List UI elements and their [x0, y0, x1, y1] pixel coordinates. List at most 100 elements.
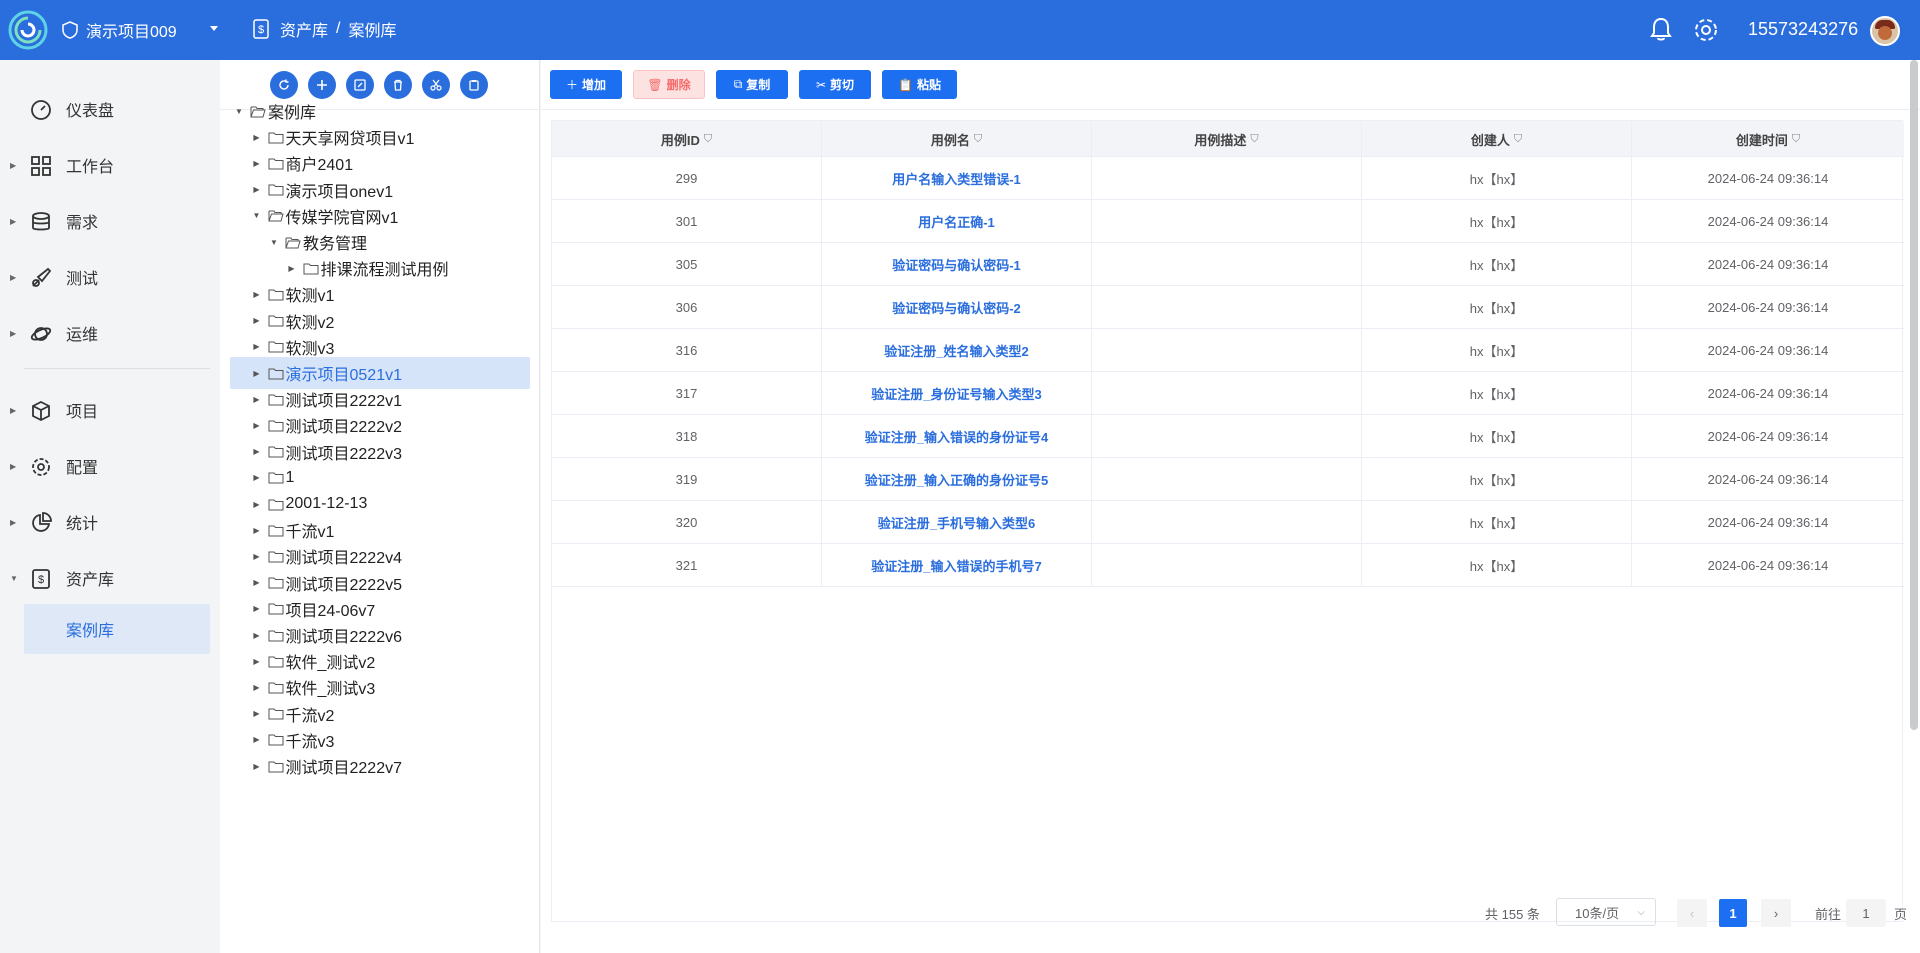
- cell-name-link[interactable]: 用户名正确-1: [822, 200, 1092, 243]
- delete-node-button[interactable]: [384, 71, 412, 99]
- refresh-button[interactable]: [270, 71, 298, 99]
- caret-right-icon[interactable]: ▶: [252, 159, 262, 168]
- sidebar-item-stats[interactable]: ▶ 统计: [0, 500, 220, 544]
- table-row[interactable]: 305 验证密码与确认密码-1 hx【hx】 2024-06-24 09:36:14: [552, 243, 1904, 286]
- caret-right-icon[interactable]: ▶: [252, 421, 262, 430]
- next-page-button[interactable]: ›: [1761, 899, 1791, 927]
- add-node-button[interactable]: [308, 71, 336, 99]
- table-row[interactable]: 316 验证注册_姓名输入类型2 hx【hx】 2024-06-24 09:36:14: [552, 329, 1904, 372]
- cell-name-link[interactable]: 验证注册_输入错误的身份证号4: [822, 415, 1092, 458]
- filter-icon[interactable]: ⛉: [1514, 133, 1522, 146]
- filter-icon[interactable]: ⛉: [974, 133, 982, 146]
- caret-right-icon[interactable]: ▶: [252, 709, 262, 718]
- caret-right-icon[interactable]: ▶: [252, 578, 262, 587]
- bell-icon[interactable]: [1648, 16, 1674, 42]
- filter-icon[interactable]: ⛉: [1250, 133, 1258, 146]
- cell-id: 306: [552, 286, 822, 329]
- table-row[interactable]: 299 用户名输入类型错误-1 hx【hx】 2024-06-24 09:36:14: [552, 157, 1904, 200]
- cell-time: 2024-06-24 09:36:14: [1707, 214, 1829, 229]
- caret-right-icon[interactable]: ▶: [252, 473, 262, 482]
- table-row[interactable]: 318 验证注册_输入错误的身份证号4 hx【hx】 2024-06-24 09:36…: [552, 415, 1904, 458]
- caret-right-icon[interactable]: ▶: [252, 683, 262, 692]
- prev-page-button[interactable]: ‹: [1677, 899, 1707, 927]
- table-row[interactable]: 321 验证注册_输入错误的手机号7 hx【hx】 2024-06-24 09:36:…: [552, 544, 1904, 587]
- paste-button[interactable]: 📋 粘贴: [882, 70, 957, 99]
- caret-right-icon[interactable]: ▶: [252, 316, 262, 325]
- cell-name-link[interactable]: 验证密码与确认密码-1: [822, 243, 1092, 286]
- caret-right-icon[interactable]: ▶: [252, 657, 262, 666]
- cell-name-link[interactable]: 验证注册_身份证号输入类型3: [822, 372, 1092, 415]
- cell-name-link[interactable]: 验证注册_输入正确的身份证号5: [822, 458, 1092, 501]
- cut-button[interactable]: ✂ 剪切: [799, 70, 871, 99]
- table-row[interactable]: 319 验证注册_输入正确的身份证号5 hx【hx】 2024-06-24 09:36…: [552, 458, 1904, 501]
- scrollbar[interactable]: [1910, 60, 1918, 730]
- column-header-creator[interactable]: 创建人 ⛉: [1362, 121, 1632, 157]
- cut-node-button[interactable]: [422, 71, 450, 99]
- folder-icon: [268, 315, 283, 327]
- goto-page-input[interactable]: 1: [1846, 899, 1886, 927]
- caret-down-icon[interactable]: ▼: [269, 238, 279, 247]
- column-header-id[interactable]: 用例ID ⛉: [552, 121, 822, 157]
- caret-right-icon: ▶: [10, 517, 17, 527]
- project-switcher[interactable]: 演示项目009: [62, 18, 218, 42]
- caret-right-icon[interactable]: ▶: [252, 762, 262, 771]
- tree-node[interactable]: ▶ 测试项目2222v7: [252, 751, 402, 781]
- cell-id: 318: [552, 415, 822, 458]
- filter-icon[interactable]: ⛉: [704, 133, 712, 146]
- planet-icon: [30, 327, 52, 341]
- filter-icon[interactable]: ⛉: [1792, 133, 1800, 146]
- sidebar-item-ops[interactable]: ▶ 运维: [0, 311, 220, 355]
- sidebar-item-config[interactable]: ▶ 配置: [0, 444, 220, 488]
- cell-name-link[interactable]: 验证注册_姓名输入类型2: [822, 329, 1092, 372]
- sidebar-item-assets[interactable]: ▼ $ 资产库: [0, 556, 220, 600]
- caret-right-icon[interactable]: ▶: [252, 133, 262, 142]
- caret-right-icon[interactable]: ▶: [252, 395, 262, 404]
- caret-down-icon[interactable]: ▼: [252, 211, 262, 220]
- caret-right-icon[interactable]: ▶: [252, 342, 262, 351]
- edit-node-button[interactable]: [346, 71, 374, 99]
- tree-node-label: 项目24-06v7: [285, 602, 376, 620]
- page-number-current[interactable]: 1: [1719, 899, 1747, 927]
- column-header-time[interactable]: 创建时间 ⛉: [1632, 121, 1904, 157]
- column-header-name[interactable]: 用例名 ⛉: [822, 121, 1092, 157]
- table-row[interactable]: 306 验证密码与确认密码-2 hx【hx】 2024-06-24 09:36:14: [552, 286, 1904, 329]
- caret-right-icon[interactable]: ▶: [252, 447, 262, 456]
- cell-name-link[interactable]: 验证密码与确认密码-2: [822, 286, 1092, 329]
- sidebar-item-dashboard[interactable]: 仪表盘: [0, 87, 220, 131]
- caret-right-icon[interactable]: ▶: [252, 735, 262, 744]
- folder-icon: [268, 184, 283, 196]
- breadcrumb-root[interactable]: 资产库: [280, 17, 328, 41]
- cell-name-link[interactable]: 验证注册_输入错误的手机号7: [822, 544, 1092, 587]
- sidebar-item-testing[interactable]: ▶ 测试: [0, 255, 220, 299]
- cell-name-link[interactable]: 验证注册_手机号输入类型6: [822, 501, 1092, 544]
- paste-node-button[interactable]: [460, 71, 488, 99]
- table-row[interactable]: 317 验证注册_身份证号输入类型3 hx【hx】 2024-06-24 09:36:…: [552, 372, 1904, 415]
- avatar[interactable]: [1870, 16, 1900, 46]
- cell-name-link[interactable]: 用户名输入类型错误-1: [822, 157, 1092, 200]
- caret-right-icon[interactable]: ▶: [252, 185, 262, 194]
- column-header-desc[interactable]: 用例描述 ⛉: [1092, 121, 1362, 157]
- caret-right-icon[interactable]: ▶: [252, 290, 262, 299]
- caret-right-icon[interactable]: ▶: [287, 264, 297, 273]
- caret-right-icon[interactable]: ▶: [252, 500, 262, 509]
- app-logo[interactable]: [8, 10, 48, 50]
- gear-icon[interactable]: [1692, 16, 1720, 44]
- cell-creator: hx【hx】: [1362, 415, 1632, 458]
- caret-right-icon[interactable]: ▶: [252, 526, 262, 535]
- caret-right-icon[interactable]: ▶: [252, 369, 262, 378]
- sidebar-subitem-case-library[interactable]: 案例库: [24, 604, 210, 654]
- sidebar-item-requirements[interactable]: ▶ 需求: [0, 199, 220, 243]
- table-row[interactable]: 301 用户名正确-1 hx【hx】 2024-06-24 09:36:14: [552, 200, 1904, 243]
- copy-button[interactable]: ⧉ 复制: [716, 70, 788, 99]
- add-button[interactable]: ＋增加: [550, 70, 622, 99]
- caret-right-icon[interactable]: ▶: [252, 552, 262, 561]
- table-row[interactable]: 320 验证注册_手机号输入类型6 hx【hx】 2024-06-24 09:36:1…: [552, 501, 1904, 544]
- caret-down-icon[interactable]: [208, 22, 220, 34]
- page-size-select[interactable]: 10条/页 ⌵: [1556, 898, 1656, 926]
- caret-right-icon[interactable]: ▶: [252, 604, 262, 613]
- caret-right-icon[interactable]: ▶: [252, 631, 262, 640]
- sidebar-item-workbench[interactable]: ▶ 工作台: [0, 143, 220, 187]
- sidebar-item-projects[interactable]: ▶ 项目: [0, 388, 220, 432]
- user-phone[interactable]: 15573243276: [1748, 19, 1858, 40]
- delete-button[interactable]: 🗑 删除: [633, 70, 705, 99]
